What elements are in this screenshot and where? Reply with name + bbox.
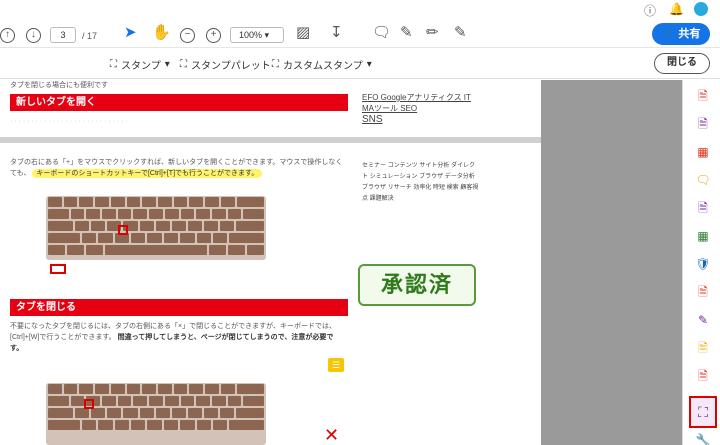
highlight-annotation[interactable]: キーボードのショートカットキーで[Ctrl]+[T]でも行うことができます。 [32, 169, 263, 178]
tag-line-1[interactable]: EFO Googleアナリティクス IT MAツール SEO [362, 93, 471, 113]
heading-new-tab: 新しいタブを開く [10, 94, 348, 111]
stamp-tool-icon[interactable]: ⛶ [689, 396, 717, 428]
cross-annotation-icon[interactable]: ✕ [324, 425, 339, 445]
export-icon[interactable]: 🗎 [695, 200, 711, 216]
canvas-gray-area [541, 80, 682, 445]
request-sign-icon[interactable]: 🗎 [695, 340, 711, 356]
sign-icon[interactable]: ✎ [454, 24, 467, 42]
tag-cloud[interactable]: セミナー コンテンツ サイト分析 ダイレクト シミュレーション ブラウザ データ… [362, 161, 480, 205]
custom-label: カスタムスタンプ [283, 61, 363, 72]
stamp-palette-button[interactable]: ⛶ スタンプパレット [180, 57, 271, 72]
bell-icon[interactable]: 🔔 [669, 2, 684, 16]
stamp-menu[interactable]: ⛶ スタンプ ▾ [110, 57, 170, 72]
keyboard-image-1 [46, 196, 266, 260]
next-page-icon[interactable]: ↓ [26, 24, 41, 43]
close-button[interactable]: 閉じる [654, 53, 710, 74]
fill-sign-icon[interactable]: ✎ [695, 312, 711, 328]
stamp-icon: ⛶ [110, 59, 117, 70]
palette-icon: ⛶ [180, 59, 187, 70]
highlight-key-ctrl [50, 264, 66, 274]
measure-icon[interactable]: 🗎 [695, 368, 711, 384]
zoom-out-icon[interactable]: − [180, 24, 195, 43]
tag-cloud-top: EFO Googleアナリティクス IT MAツール SEO SNS [362, 92, 480, 125]
acrobat-window: ⓘ 🔔 ↑ ↓ 3 / 17 ➤ ✋ − + 100% ▾ ▨ ↧ 🗨 ✎ ✏ … [0, 0, 720, 445]
tools-sidebar: 🗎 🗎 ▦ 🗨 🗎 ▦ 🛡 🗎 ✎ 🗎 🗎 ⛶ 🔧 [682, 80, 720, 445]
hand-tool-icon[interactable]: ✋ [152, 24, 171, 42]
tag-line-2[interactable]: SNS [362, 114, 383, 125]
pdf-icon[interactable]: 🗎 [695, 284, 711, 300]
para-new-tab: タブの右にある「+」をマウスでクリックすれば、新しいタブを開くことができます。マ… [10, 157, 346, 179]
share-label: 共有 [678, 28, 701, 40]
zoom-value: 100% [239, 30, 263, 40]
stamp-label: スタンプ [121, 61, 161, 72]
stamp-toolbar: ⛶ スタンプ ▾ ⛶ スタンプパレット ⛶ カスタムスタンプ ▾ 閉じる [0, 49, 720, 79]
highlight-key-w [84, 399, 94, 409]
combine-icon[interactable]: 🗎 [695, 116, 711, 132]
faded-text: · · · · · · · · · · · · · · · · · · · · … [10, 118, 128, 125]
comment-tool-icon[interactable]: 🗨 [695, 172, 711, 188]
custom-stamp-menu[interactable]: ⛶ カスタムスタンプ ▾ [272, 57, 372, 72]
top-strip: ⓘ 🔔 [0, 0, 720, 18]
organize-icon[interactable]: ▦ [695, 144, 711, 160]
help-icon[interactable]: ⓘ [644, 2, 656, 19]
approved-stamp[interactable]: 承認済 [358, 264, 476, 306]
scroll-mode-icon[interactable]: ↧ [330, 24, 343, 42]
highlight-icon[interactable]: ✎ [400, 24, 413, 42]
tools-icon[interactable]: 🔧 [695, 432, 711, 445]
para-close-tab: 不要になったタブを閉じるには、タブの右側にある「×」で閉じることができますが、キ… [10, 321, 346, 354]
protect-icon[interactable]: 🛡 [695, 256, 711, 272]
highlight-key-t [118, 225, 128, 235]
heading-close-tab: タブを閉じる [10, 299, 348, 316]
sticky-note-icon[interactable]: ☰ [328, 358, 344, 372]
draw-icon[interactable]: ✏ [426, 24, 439, 42]
main-toolbar: ↑ ↓ 3 / 17 ➤ ✋ − + 100% ▾ ▨ ↧ 🗨 ✎ ✏ ✎ 👤 … [0, 18, 720, 48]
keyboard-image-2 [46, 383, 266, 445]
document-canvas[interactable]: タブを閉じる場合にも便利です 新しいタブを開く · · · · · · · · … [0, 80, 687, 445]
compress-icon[interactable]: ▦ [695, 228, 711, 244]
fit-page-icon[interactable]: ▨ [296, 24, 310, 42]
custom-stamp-icon: ⛶ [272, 59, 279, 70]
page-upper: タブを閉じる場合にも便利です 新しいタブを開く · · · · · · · · … [0, 80, 541, 137]
create-pdf-icon[interactable]: 🗎 [695, 88, 711, 104]
share-button[interactable]: 👤 共有 [652, 23, 710, 45]
select-cursor-icon[interactable]: ➤ [124, 24, 137, 42]
zoom-select[interactable]: 100% ▾ [230, 27, 284, 43]
comment-icon[interactable]: 🗨 [372, 24, 391, 42]
page-total: / 17 [82, 31, 98, 41]
palette-label: スタンプパレット [191, 61, 271, 72]
page-number-input[interactable]: 3 [50, 27, 76, 43]
prev-page-icon[interactable]: ↑ [0, 24, 15, 43]
top-fragment: タブを閉じる場合にも便利です [10, 82, 108, 89]
zoom-in-icon[interactable]: + [206, 24, 221, 43]
avatar[interactable] [694, 2, 708, 16]
